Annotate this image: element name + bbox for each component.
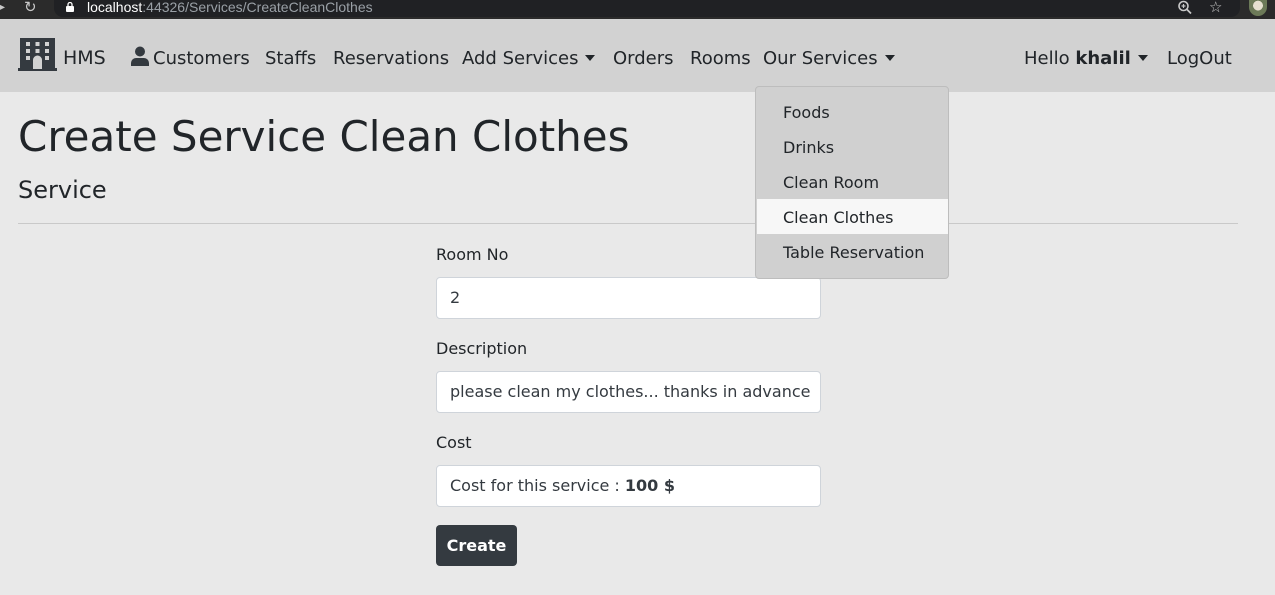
caret-down-icon [585,55,596,61]
page-subtitle: Service [18,176,107,204]
description-value: please clean my clothes... thanks in adv… [450,382,811,401]
create-button[interactable]: Create [436,525,517,566]
reload-icon[interactable]: ↻ [24,0,37,15]
bookmark-star-icon[interactable]: ☆ [1209,0,1222,16]
divider [18,223,1238,224]
url-text: localhost:44326/Services/CreateCleanClot… [87,0,373,15]
dropdown-item-drinks[interactable]: Drinks [757,129,948,164]
brand-link[interactable]: HMS [18,38,106,71]
nav-rooms[interactable]: Rooms [690,19,751,92]
dropdown-item-clean-room[interactable]: Clean Room [757,164,948,199]
our-services-dropdown: Foods Drinks Clean Room Clean Clothes Ta… [755,86,949,279]
dropdown-item-foods[interactable]: Foods [757,94,948,129]
username: khalil [1075,48,1131,69]
nav-customers-label: Customers [153,48,250,69]
page-title: Create Service Clean Clothes [18,112,630,161]
nav-reservations[interactable]: Reservations [333,19,449,92]
cost-field: Cost for this service : 100 $ [436,465,821,507]
description-label: Description [436,339,528,358]
room-no-input[interactable]: 2 [436,277,821,319]
caret-down-icon [884,55,895,61]
nav-staffs[interactable]: Staffs [265,19,316,92]
browser-toolbar: ▸ ↻ localhost:44326/Services/CreateClean… [0,0,1275,19]
nav-our-services[interactable]: Our Services [763,19,895,92]
room-label: Room No [436,245,509,264]
cost-amount: 100 $ [624,476,676,495]
description-input[interactable]: please clean my clothes... thanks in adv… [436,371,821,413]
nav-add-services-label: Add Services [462,48,579,69]
dropdown-item-table-reservation[interactable]: Table Reservation [757,234,948,269]
room-no-value: 2 [450,288,461,307]
nav-orders[interactable]: Orders [613,19,674,92]
greeting-text: Hello [1024,48,1070,69]
lock-icon [66,2,74,12]
address-bar[interactable]: localhost:44326/Services/CreateCleanClot… [54,0,1240,17]
cost-label: Cost [436,433,472,452]
nav-customers[interactable]: Customers [131,19,250,92]
user-icon [131,46,149,66]
logout-link[interactable]: LogOut [1167,19,1232,92]
zoom-icon[interactable] [1177,0,1193,16]
navbar: HMS Customers Staffs Reservations Add Se… [0,19,1275,92]
nav-add-services[interactable]: Add Services [462,19,596,92]
hotel-building-icon [18,38,57,71]
user-menu-toggle[interactable]: Hello khalil [1024,19,1148,92]
profile-avatar[interactable] [1249,0,1267,16]
nav-our-services-label: Our Services [763,48,878,69]
caret-down-icon [1137,55,1148,61]
back-arrow-icon[interactable]: ▸ [0,0,5,15]
brand-text: HMS [63,46,106,69]
dropdown-item-clean-clothes[interactable]: Clean Clothes [757,199,948,234]
cost-prefix: Cost for this service : [450,476,625,495]
